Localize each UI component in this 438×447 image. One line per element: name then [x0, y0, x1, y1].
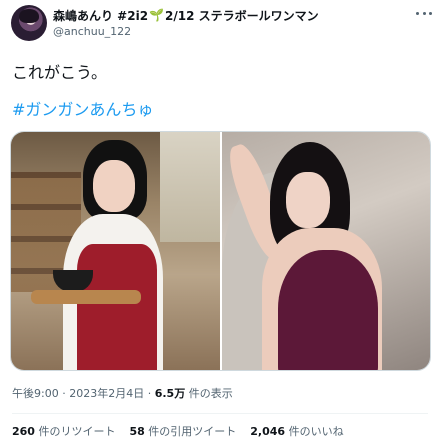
retweets-stat[interactable]: 260 件のリツイート — [12, 423, 115, 439]
tweet-meta: 午後9:00 · 2023年2月4日 · 6.5万 件の表示 — [12, 385, 233, 401]
meta-separator: · — [144, 387, 155, 400]
name-suffix: 2/12 ステラボールワンマン — [165, 8, 319, 23]
meta-separator: · — [58, 387, 70, 400]
author-name[interactable]: 森嶋あんり #2i2 🌱 2/12 ステラボールワンマン — [53, 6, 413, 24]
likes-count: 2,046 — [250, 425, 286, 438]
quotes-stat[interactable]: 58 件の引用ツイート — [129, 423, 236, 439]
views-count: 6.5万 — [154, 387, 186, 400]
likes-label: 件のいいね — [285, 425, 344, 438]
divider — [12, 413, 428, 414]
retweets-label: 件のリツイート — [34, 425, 116, 438]
views-label: 件の表示 — [185, 387, 233, 400]
tweet-text: これがこう。 — [12, 63, 108, 82]
more-icon[interactable] — [416, 8, 432, 18]
tweet-time[interactable]: 午後9:00 — [12, 387, 59, 400]
quotes-count: 58 — [129, 425, 145, 438]
media-grid — [10, 131, 431, 371]
tweet-date[interactable]: 2023年2月4日 — [69, 387, 144, 400]
hashtag-link[interactable]: #ガンガンあんちゅ — [12, 96, 153, 120]
photo-right[interactable] — [221, 132, 430, 370]
photo-left[interactable] — [11, 132, 220, 370]
retweets-count: 260 — [12, 425, 35, 438]
likes-stat[interactable]: 2,046 件のいいね — [250, 423, 343, 439]
display-name[interactable]: 森嶋あんり #2i2 — [53, 7, 148, 24]
avatar[interactable] — [11, 5, 47, 41]
quotes-label: 件の引用ツイート — [144, 425, 237, 438]
author-handle[interactable]: @anchuu_122 — [53, 25, 131, 38]
sprout-icon: 🌱 — [149, 8, 164, 22]
engagement-stats: 260 件のリツイート 58 件の引用ツイート 2,046 件のいいね — [12, 423, 344, 439]
